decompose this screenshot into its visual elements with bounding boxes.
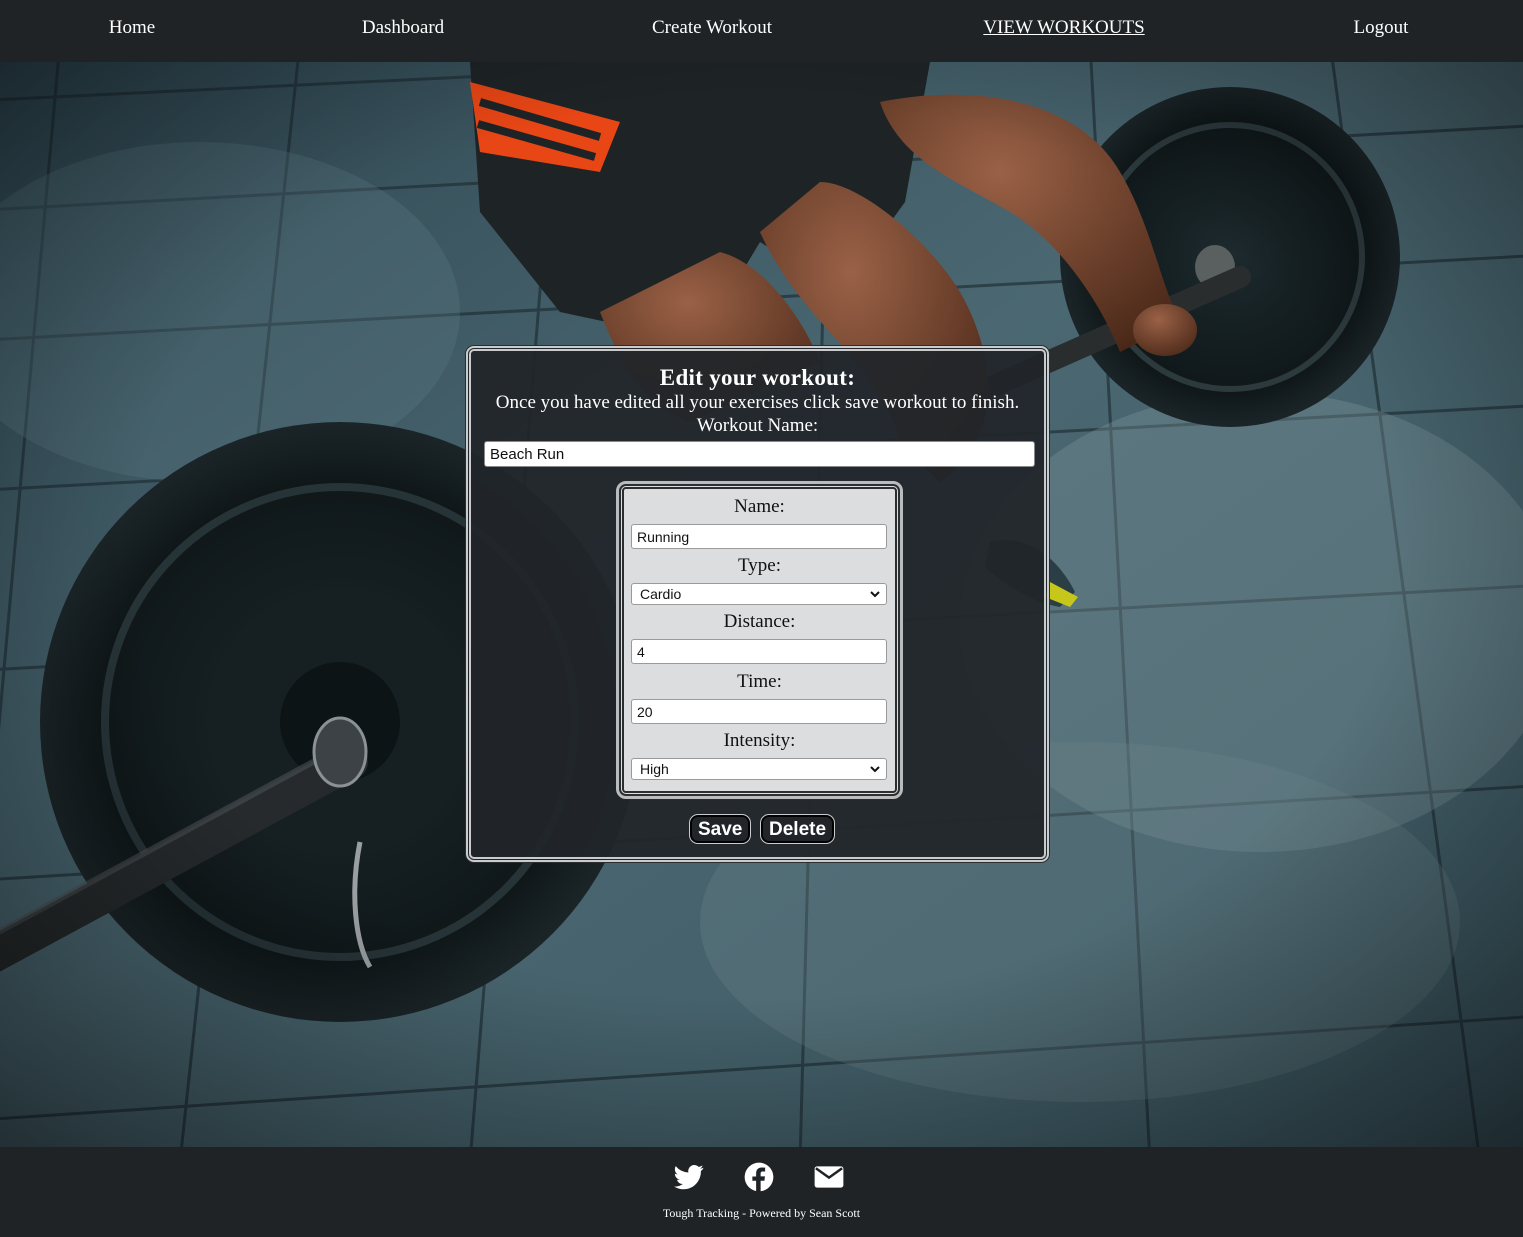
- twitter-icon[interactable]: [673, 1162, 705, 1192]
- exercise-intensity-select[interactable]: High: [631, 758, 887, 780]
- exercise-type-select[interactable]: Cardio: [631, 583, 887, 605]
- footer: Tough Tracking - Powered by Sean Scott: [0, 1147, 1523, 1237]
- edit-workout-title: Edit your workout:: [659, 365, 856, 390]
- exercise-time-input[interactable]: [631, 699, 887, 724]
- save-button[interactable]: Save: [689, 814, 751, 844]
- nav-view-workouts-link[interactable]: VIEW WORKOUTS: [983, 17, 1144, 39]
- nav-logout-link[interactable]: Logout: [1354, 17, 1409, 39]
- exercise-type-value: Cardio: [640, 586, 682, 602]
- exercise-intensity-value: High: [640, 761, 669, 777]
- email-icon[interactable]: [813, 1162, 845, 1192]
- exercise-distance-label: Distance:: [723, 611, 796, 632]
- edit-workout-card: Edit your workout: Once you have edited …: [466, 346, 1049, 862]
- chevron-down-icon: [868, 585, 882, 606]
- exercise-name-input[interactable]: [631, 524, 887, 549]
- exercise-card: Name: Type: Cardio Distance: Time: Inten…: [616, 481, 903, 799]
- exercise-name-label: Name:: [734, 496, 785, 517]
- delete-button[interactable]: Delete: [760, 814, 835, 844]
- exercise-intensity-label: Intensity:: [723, 730, 796, 751]
- navbar: Home Dashboard Create Workout VIEW WORKO…: [0, 0, 1523, 62]
- exercise-distance-input[interactable]: [631, 639, 887, 664]
- nav-create-workout-link[interactable]: Create Workout: [652, 17, 772, 39]
- workout-name-input[interactable]: [484, 441, 1035, 467]
- facebook-icon[interactable]: [743, 1162, 775, 1192]
- chevron-down-icon: [868, 760, 882, 781]
- exercise-time-label: Time:: [737, 671, 782, 692]
- workout-name-label: Workout Name:: [696, 415, 819, 436]
- nav-dashboard-link[interactable]: Dashboard: [362, 17, 444, 39]
- exercise-type-label: Type:: [738, 555, 781, 576]
- nav-home-link[interactable]: Home: [109, 17, 155, 39]
- footer-credits: Tough Tracking - Powered by Sean Scott: [662, 1206, 861, 1220]
- edit-workout-instructions: Once you have edited all your exercises …: [495, 392, 1020, 413]
